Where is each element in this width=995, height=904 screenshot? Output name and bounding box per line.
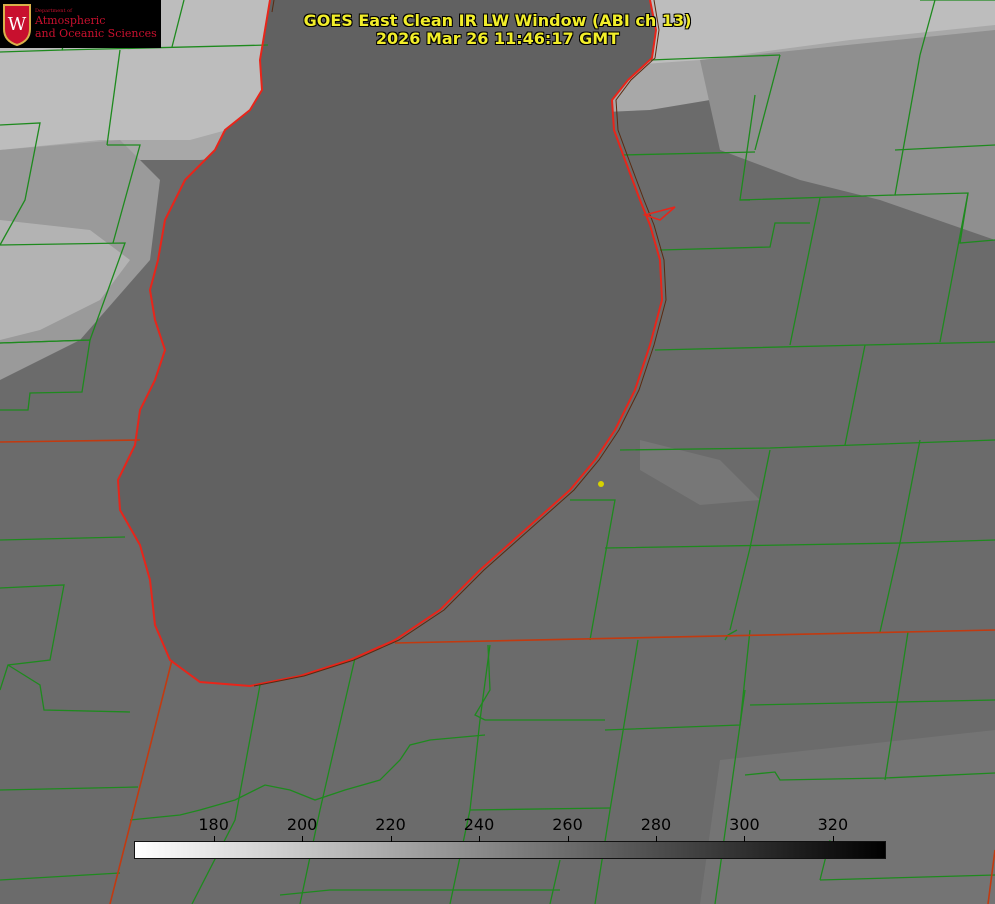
logo-line-1: Atmospheric [35, 14, 106, 27]
crest-letter: W [8, 14, 27, 35]
uw-crest-icon: W [3, 4, 31, 46]
location-marker [598, 481, 604, 487]
satellite-map [0, 0, 995, 904]
logo-line-2: and Oceanic Sciences [35, 27, 157, 40]
aos-logo: W Department of Atmospheric and Oceanic … [0, 0, 161, 48]
